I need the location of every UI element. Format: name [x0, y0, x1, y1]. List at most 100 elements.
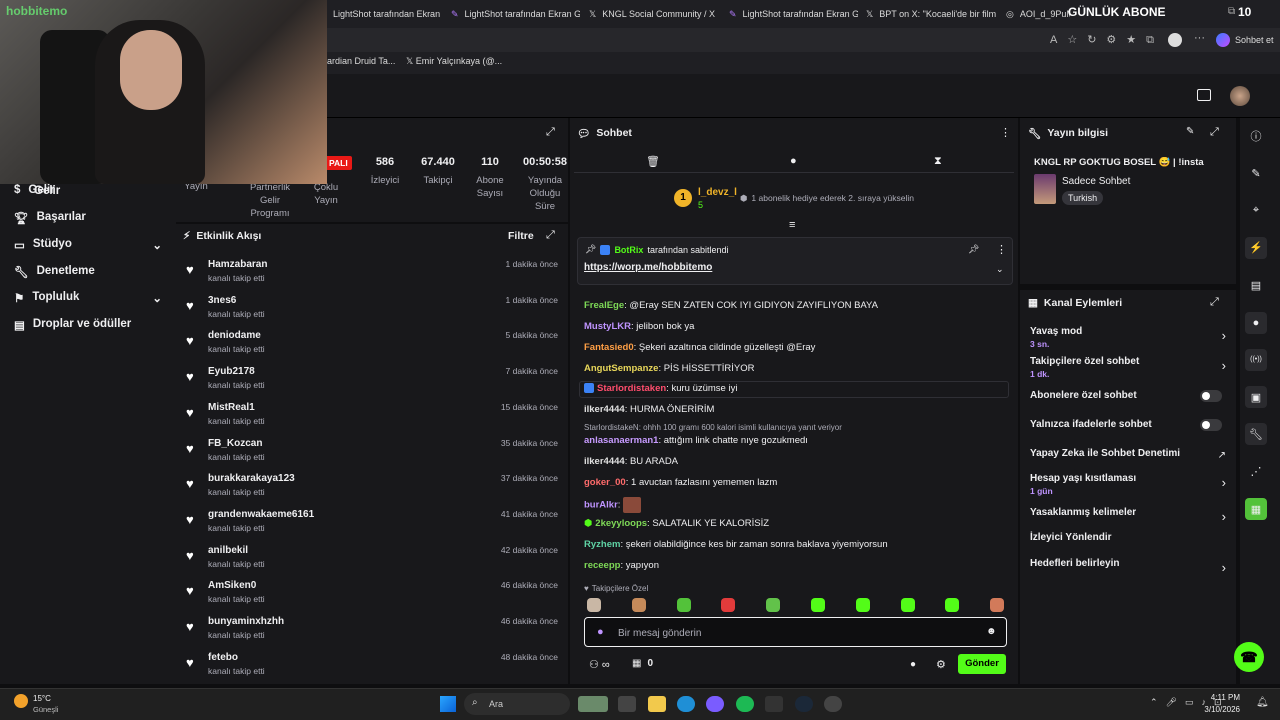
folder-icon[interactable]: [648, 696, 666, 712]
clapper-icon[interactable]: ▦: [1245, 498, 1267, 520]
hourglass-icon[interactable]: ⧗: [934, 155, 942, 168]
browser-tab[interactable]: ✎LightShot tarafından Ekran G✕: [445, 4, 580, 24]
gear-icon[interactable]: ⚙: [936, 658, 946, 671]
emote-button[interactable]: [855, 598, 870, 612]
emote-button[interactable]: [587, 598, 601, 612]
chat-bubble-icon[interactable]: ●: [1245, 311, 1267, 334]
mic-icon[interactable]: ●: [597, 626, 604, 638]
document-icon[interactable]: ▤: [1245, 274, 1267, 296]
obs-icon[interactable]: [824, 696, 842, 712]
chat-username[interactable]: ilker4444: [584, 456, 625, 467]
sidebar-item-droplar[interactable]: ▤ Droplar ve ödüller: [14, 318, 131, 332]
toolbar-icons[interactable]: A☆↻⚙★⧉: [1050, 33, 1164, 47]
expand-icon[interactable]: ⤢: [1210, 296, 1219, 309]
favorite-link[interactable]: ardian Druid Ta...: [327, 56, 395, 66]
edit-icon[interactable]: ✎: [1245, 162, 1267, 184]
toggle-switch[interactable]: [1200, 419, 1222, 431]
notification-bell-icon[interactable]: 🔔︎: [1256, 697, 1269, 708]
chat-bubble-icon[interactable]: ●: [910, 659, 916, 670]
more-icon[interactable]: ···: [1194, 32, 1205, 44]
chat-username[interactable]: burAlkr: [584, 500, 618, 511]
favorite-link[interactable]: 𝕏 Emir Yalçınkaya (@...: [406, 56, 502, 67]
pin-icon[interactable]: 📌︎: [968, 244, 979, 255]
chat-username[interactable]: MustyLKR: [584, 321, 631, 332]
chat-username[interactable]: Ryzhem: [584, 539, 620, 550]
activity-username[interactable]: FB_Kozcan: [208, 438, 262, 449]
activity-username[interactable]: burakkarakaya123: [208, 473, 295, 484]
terminal-icon[interactable]: [765, 696, 783, 712]
browser-tab[interactable]: ✎LightShot tarafından Ekran G✕: [723, 4, 858, 24]
news-widget-icon[interactable]: [578, 696, 608, 712]
category-name[interactable]: Sadece Sohbet: [1062, 176, 1130, 187]
wrench-icon[interactable]: 🔧︎: [1245, 423, 1267, 446]
expand-icon[interactable]: ⤢: [546, 229, 555, 242]
channel-action-row[interactable]: Yasaklanmış kelimeler ›: [1030, 507, 1226, 524]
activity-username[interactable]: MistReal1: [208, 402, 255, 413]
pinned-link[interactable]: https://worp.me/hobbitemo: [584, 262, 712, 273]
copilot-label[interactable]: Sohbet et: [1235, 35, 1274, 45]
taskbar-search[interactable]: [464, 693, 570, 715]
activity-username[interactable]: fetebo: [208, 652, 238, 663]
sidebar-item-denetleme[interactable]: 🔧︎ Denetleme: [14, 265, 95, 279]
send-button[interactable]: Gönder: [958, 654, 1006, 674]
activity-username[interactable]: Hamzabaran: [208, 259, 267, 270]
activity-username[interactable]: 3nes6: [208, 295, 236, 306]
channel-action-row[interactable]: Hedefleri belirleyin ›: [1030, 558, 1226, 575]
sidebar-item-gelir[interactable]: Gelir: [14, 185, 60, 197]
trash-icon[interactable]: 🗑︎: [646, 155, 660, 168]
expand-icon[interactable]: ⤢: [546, 126, 555, 139]
layout-icon[interactable]: ▣: [1245, 386, 1267, 409]
link-icon[interactable]: ⚇ ∞: [589, 658, 610, 671]
activity-username[interactable]: AmSiken0: [208, 580, 256, 591]
channel-action-row[interactable]: Yapay Zeka ile Sohbet Denetimi ↗: [1030, 448, 1226, 461]
task-view-icon[interactable]: [618, 696, 636, 712]
broadcast-icon[interactable]: ((•)): [1245, 348, 1267, 371]
browser-tab[interactable]: 𝕏KNGL Social Community / X✕: [583, 4, 721, 24]
more-icon[interactable]: ⋮: [996, 243, 1007, 256]
tag-badge[interactable]: Turkish: [1062, 191, 1104, 205]
share-icon[interactable]: ⋰: [1245, 461, 1267, 483]
discord-icon[interactable]: [706, 696, 724, 712]
emote-button[interactable]: [945, 598, 960, 612]
chat-username[interactable]: FrealEge: [584, 300, 624, 311]
chat-username[interactable]: anlasanaerman1: [584, 435, 658, 446]
steam-icon[interactable]: [795, 696, 813, 712]
browser-tab[interactable]: 𝕏BPT on X: "Kocaeli'de bir film0: [860, 4, 998, 24]
browser-tab[interactable]: ◎ AOI_d_9PuMq: [1000, 4, 1070, 24]
windows-start-icon[interactable]: [440, 696, 456, 712]
emote-button[interactable]: [900, 598, 915, 612]
sidebar-item-basarilar[interactable]: 🏆︎ Başarılar: [14, 211, 86, 225]
chat-username[interactable]: goker_00: [584, 477, 626, 488]
channel-action-row[interactable]: Hesap yaşı kısıtlaması 1 gün ›: [1030, 473, 1226, 496]
channel-action-row[interactable]: Yalnızca ifadelerle sohbet: [1030, 419, 1226, 431]
chat-input-placeholder[interactable]: Bir mesaj gönderin: [618, 628, 701, 639]
chat-username[interactable]: AngutSempanze: [584, 363, 658, 374]
activity-username[interactable]: deniodame: [208, 330, 261, 341]
target-icon[interactable]: ⌖: [1245, 200, 1267, 222]
channel-action-row[interactable]: Takipçilere özel sohbet 1 dk. ›: [1030, 356, 1226, 379]
more-icon[interactable]: ⋮: [1000, 126, 1011, 139]
points-display[interactable]: ▦ 0: [632, 658, 653, 669]
chevron-down-icon[interactable]: ⌄: [996, 264, 1004, 275]
weather-desc[interactable]: Güneşli: [33, 705, 58, 714]
profile-icon[interactable]: [1168, 33, 1182, 47]
edge-icon[interactable]: [677, 696, 695, 712]
browser-tab[interactable]: LightShot tarafından Ekran G✕: [327, 4, 442, 24]
clock-date[interactable]: 3/10/2026: [1196, 705, 1240, 714]
chat-username[interactable]: receepp: [584, 560, 620, 571]
collapse-icon[interactable]: ≡: [789, 219, 795, 231]
edit-icon[interactable]: ✎: [1186, 126, 1194, 137]
chat-username[interactable]: Fantasied0: [584, 342, 634, 353]
emote-button[interactable]: [990, 598, 1005, 612]
activity-username[interactable]: grandenwakaeme6161: [208, 509, 314, 520]
emoji-icon[interactable]: ☻: [986, 626, 997, 637]
emote-button[interactable]: [676, 598, 691, 612]
expand-icon[interactable]: ⤢: [1210, 126, 1219, 139]
support-button[interactable]: ☎: [1234, 642, 1264, 672]
chat-bubble-icon[interactable]: ●: [790, 155, 797, 167]
copilot-icon[interactable]: [1216, 33, 1230, 47]
info-icon[interactable]: ⓘ: [1245, 125, 1267, 147]
emote-button[interactable]: [721, 598, 736, 612]
emote-button[interactable]: [811, 598, 825, 612]
sidebar-item-studyo[interactable]: ▭ Stüdyo ⌄: [14, 238, 162, 252]
